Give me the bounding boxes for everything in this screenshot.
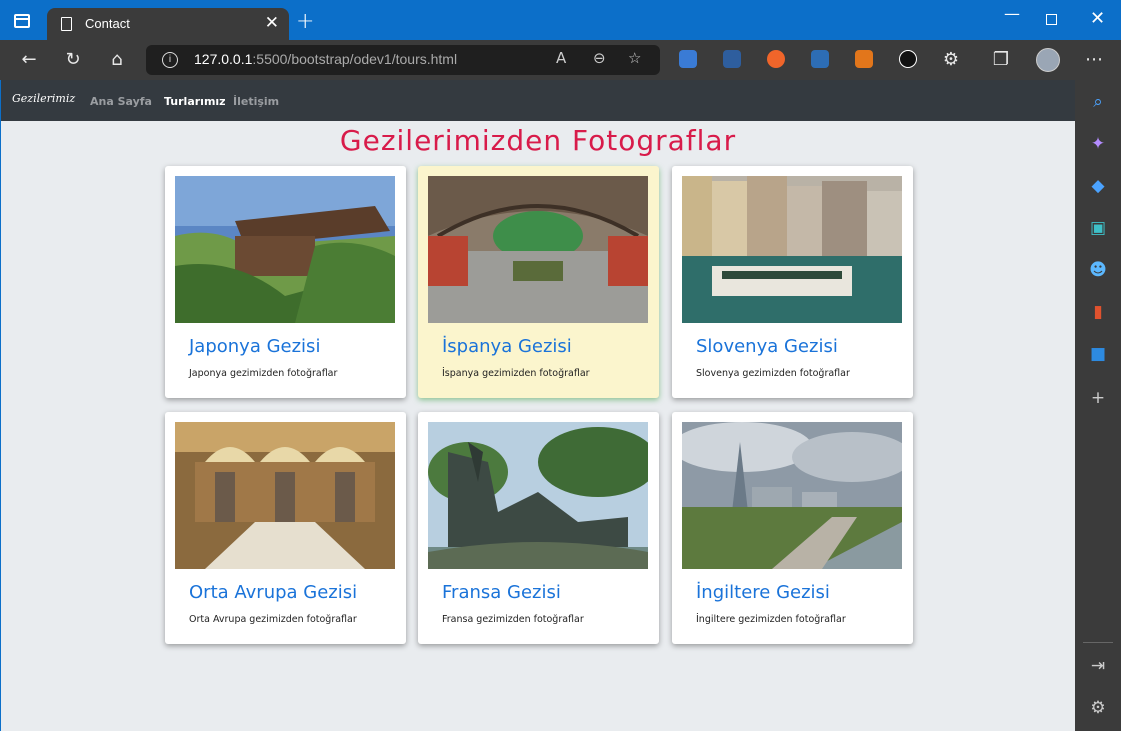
tour-card[interactable]: Fransa Gezisi Fransa gezimizden fotoğraf… (418, 412, 659, 644)
divider (1083, 642, 1113, 643)
games-icon[interactable]: ☻ (1088, 260, 1108, 280)
card-title[interactable]: Fransa Gezisi (442, 582, 561, 603)
card-text: Slovenya gezimizden fotoğraflar (696, 368, 850, 379)
spain-station-image (428, 176, 648, 323)
shopping-tag-icon[interactable]: ◆ (1088, 176, 1108, 196)
edge-sidebar: ⌕ ✦ ◆ ▣ ☻ ▮ ■ + ⇥ ⚙ (1075, 80, 1121, 731)
card-title[interactable]: Japonya Gezisi (189, 336, 320, 357)
window-titlebar: Contact ✕ + — ✕ (0, 0, 1121, 40)
japan-temple-image (175, 176, 395, 323)
new-tab-button[interactable]: + (296, 9, 314, 34)
tour-card[interactable]: Slovenya Gezisi Slovenya gezimizden foto… (672, 166, 913, 398)
card-title[interactable]: Orta Avrupa Gezisi (189, 582, 357, 603)
home-icon[interactable]: ⌂ (105, 48, 129, 72)
settings-icon[interactable]: ⚙ (1088, 698, 1108, 718)
card-text: İngiltere gezimizden fotoğraflar (696, 614, 846, 625)
england-thames-image (682, 422, 902, 569)
address-host: 127.0.0.1 (194, 51, 253, 67)
nav-link-turlarimiz[interactable]: Turlarımız (164, 95, 226, 108)
france-fountain-image (428, 422, 648, 569)
minimize-button[interactable]: — (1004, 4, 1020, 23)
card-title[interactable]: İspanya Gezisi (442, 336, 572, 357)
browser-tab[interactable]: Contact ✕ (47, 8, 289, 40)
extension-icon[interactable] (767, 50, 785, 68)
hide-sidebar-icon[interactable]: ⇥ (1088, 656, 1108, 676)
search-icon[interactable]: ⌕ (1088, 92, 1108, 112)
extension-icon[interactable] (899, 50, 917, 68)
extensions-icon[interactable]: ⚙ (939, 48, 963, 72)
nav-link-iletisim[interactable]: İletişim (233, 95, 279, 108)
tools-icon[interactable]: ▣ (1088, 218, 1108, 238)
office-icon[interactable]: ▮ (1088, 302, 1108, 322)
more-options-icon[interactable]: ⋯ (1082, 48, 1106, 72)
brand-logo[interactable]: Gezilerimiz (12, 92, 75, 105)
maximize-button[interactable] (1046, 14, 1057, 25)
tour-card[interactable]: İspanya Gezisi İspanya gezimizden fotoğr… (418, 166, 659, 398)
card-text: Fransa gezimizden fotoğraflar (442, 614, 584, 625)
copilot-icon[interactable]: ✦ (1088, 134, 1108, 154)
tour-card[interactable]: Japonya Gezisi Japonya gezimizden fotoğr… (165, 166, 406, 398)
nav-link-ana-sayfa[interactable]: Ana Sayfa (90, 95, 152, 108)
card-text: Japonya gezimizden fotoğraflar (189, 368, 338, 379)
close-window-button[interactable]: ✕ (1090, 8, 1105, 29)
browser-toolbar: ← ↻ ⌂ i 127.0.0.1:5500/bootstrap/odev1/t… (0, 40, 1121, 80)
zoom-icon[interactable]: ⊖ (593, 49, 606, 67)
tab-actions-icon[interactable] (14, 14, 30, 28)
site-navbar: Gezilerimiz Ana Sayfa Turlarımız İletişi… (1, 80, 1075, 121)
tab-title: Contact (85, 16, 130, 31)
collections-icon[interactable]: ❐ (989, 48, 1013, 72)
read-aloud-icon[interactable]: A (556, 49, 566, 67)
outlook-icon[interactable]: ■ (1088, 344, 1108, 364)
favorites-add-icon[interactable]: ☆ (628, 49, 641, 67)
address-url[interactable]: 127.0.0.1:5500/bootstrap/odev1/tours.htm… (194, 51, 457, 67)
address-bar[interactable]: i 127.0.0.1:5500/bootstrap/odev1/tours.h… (146, 45, 660, 75)
tour-card[interactable]: Orta Avrupa Gezisi Orta Avrupa gezimizde… (165, 412, 406, 644)
central-europe-hall-image (175, 422, 395, 569)
extension-icon[interactable] (723, 50, 741, 68)
page-icon (61, 17, 72, 31)
tab-close-icon[interactable]: ✕ (265, 13, 279, 33)
metamask-extension-icon[interactable] (855, 50, 873, 68)
site-info-icon[interactable]: i (162, 52, 178, 68)
translate-extension-icon[interactable] (679, 50, 697, 68)
address-path: :5500/bootstrap/odev1/tours.html (252, 51, 458, 67)
card-text: İspanya gezimizden fotoğraflar (442, 368, 590, 379)
slovenia-river-image (682, 176, 902, 323)
card-title[interactable]: Slovenya Gezisi (696, 336, 838, 357)
avatar[interactable] (1036, 48, 1060, 72)
add-icon[interactable]: + (1088, 388, 1108, 408)
web-page: Gezilerimiz Ana Sayfa Turlarımız İletişi… (1, 80, 1075, 731)
extension-icon[interactable] (811, 50, 829, 68)
page-title: Gezilerimizden Fotograflar (339, 124, 737, 157)
tour-card[interactable]: İngiltere Gezisi İngiltere gezimizden fo… (672, 412, 913, 644)
back-icon[interactable]: ← (17, 48, 41, 72)
card-text: Orta Avrupa gezimizden fotoğraflar (189, 614, 357, 625)
refresh-icon[interactable]: ↻ (61, 48, 85, 72)
card-title[interactable]: İngiltere Gezisi (696, 582, 830, 603)
